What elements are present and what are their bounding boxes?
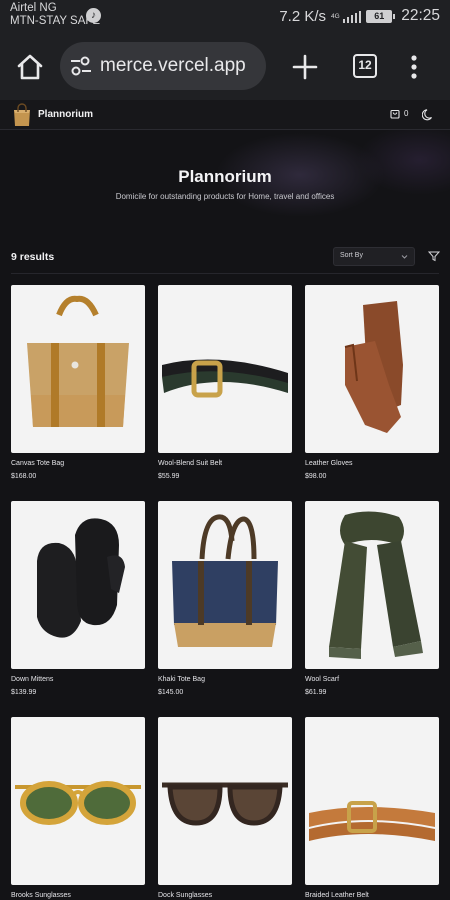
results-count: 9 results [11,251,55,263]
product-image[interactable] [158,285,292,453]
product-price: $55.99 [158,473,180,480]
product-name[interactable]: Braided Leather Belt [305,892,369,899]
product-name[interactable]: Dock Sunglasses [158,892,212,899]
filter-icon[interactable] [428,250,440,262]
address-bar[interactable]: merce.vercel.app [60,42,266,90]
more-options-icon[interactable] [404,52,424,82]
belt-black-icon [162,359,288,398]
product-name[interactable]: Down Mittens [11,676,53,683]
sunglasses-amber-icon [15,781,141,825]
product-name[interactable]: Brooks Sunglasses [11,892,71,899]
divider [11,273,439,274]
gloves-brown-icon [344,301,403,433]
network-type: 4G [331,12,340,20]
scarf-olive-icon [329,511,423,659]
brand-name[interactable]: Plannorium [38,109,93,120]
product-price: $168.00 [11,473,37,480]
tote-bag-tan-icon [27,295,129,427]
hero-title: Plannorium [178,167,272,186]
site-settings-icon[interactable] [68,53,94,79]
product-price: $61.99 [305,689,327,696]
tab-switcher-button[interactable]: 12 [353,54,377,78]
product-image[interactable] [305,285,439,453]
hero-banner: Plannorium Domicile for outstanding prod… [0,130,450,232]
moon-icon[interactable] [422,108,435,121]
product-image[interactable] [11,717,145,885]
tote-bag-navy-icon [172,514,278,647]
shopping-bag-logo-icon[interactable] [12,103,32,127]
product-image[interactable] [158,717,292,885]
new-tab-icon[interactable] [288,50,322,84]
music-note-icon: ♪ [86,8,101,23]
home-icon[interactable] [14,51,46,83]
product-price: $98.00 [305,473,327,480]
belt-braided-icon [309,801,435,841]
browser-toolbar: merce.vercel.app 12 [0,34,450,100]
cart-count: 0 [404,109,409,118]
status-bar: Airtel NG MTN-STAY SAFE ♪ 7.2 K/s 4G 61 … [0,0,450,34]
site-header: Plannorium 0 [0,100,450,130]
chevron-down-icon [401,255,408,259]
product-price: $145.00 [158,689,184,696]
network-speed: 7.2 K/s [279,7,327,25]
product-name[interactable]: Leather Gloves [305,460,352,467]
product-name[interactable]: Khaki Tote Bag [158,676,205,683]
battery-icon: 61 [366,9,396,23]
sort-select[interactable]: Sort By [333,247,415,266]
product-image[interactable] [305,501,439,669]
clock: 22:25 [401,7,440,24]
product-name[interactable]: Wool-Blend Suit Belt [158,460,222,467]
signal-icon [342,10,362,23]
product-image[interactable] [305,717,439,885]
product-image[interactable] [11,285,145,453]
status-indicators: 7.2 K/s 4G 61 22:25 [279,6,440,26]
product-name[interactable]: Canvas Tote Bag [11,460,64,467]
sunglasses-dark-icon [162,782,288,826]
cart-icon [390,109,400,119]
url-text[interactable]: merce.vercel.app [100,55,246,77]
product-image[interactable] [11,501,145,669]
mittens-black-icon [37,518,125,638]
cart-button[interactable]: 0 [390,108,408,119]
product-price: $139.99 [11,689,37,696]
product-image[interactable] [158,501,292,669]
sort-label: Sort By [340,252,363,259]
hero-subtitle: Domicile for outstanding products for Ho… [115,192,335,201]
product-name[interactable]: Wool Scarf [305,676,339,683]
